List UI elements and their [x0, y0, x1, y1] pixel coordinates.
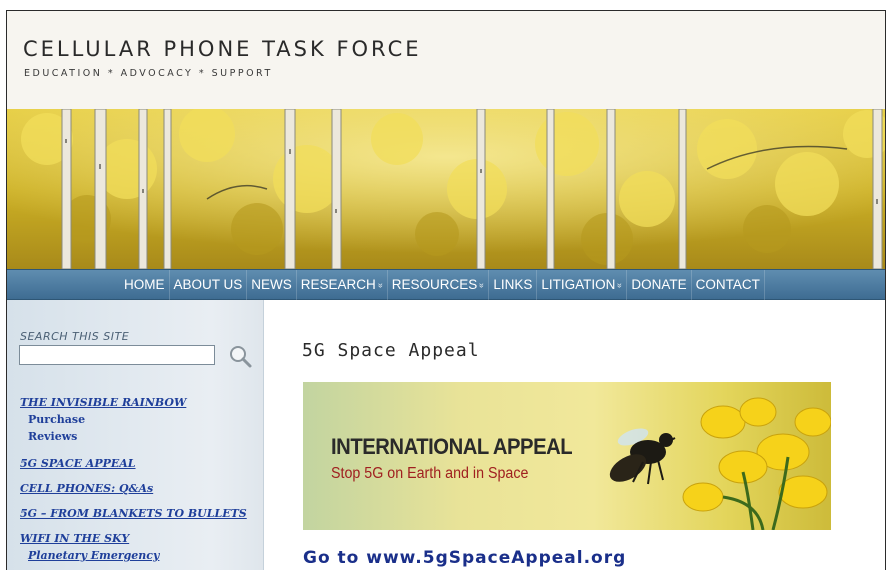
nav-item-label: NEWS	[251, 277, 292, 292]
nav-item-label: ABOUT US	[173, 277, 243, 292]
page-frame: CELLULAR PHONE TASK FORCE EDUCATION * AD…	[6, 10, 886, 570]
sidebar-link-reviews[interactable]: Reviews	[28, 428, 260, 445]
sidebar: SEARCH THIS SITE THE INVISIBLE RAINBOW P…	[7, 300, 264, 570]
nav-item-label: LINKS	[493, 277, 533, 292]
search-label: SEARCH THIS SITE	[20, 330, 130, 343]
nav-item-label: HOME	[124, 277, 165, 292]
goto-space-appeal-link[interactable]: Go to www.5gSpaceAppeal.org	[303, 548, 626, 568]
sidebar-link-cell-phones[interactable]: CELL PHONES: Q&As	[20, 482, 260, 495]
aspen-forest-image	[7, 109, 885, 269]
nav-item-label: RESEARCH	[300, 277, 376, 292]
nav-item-resources[interactable]: RESOURCES»	[388, 270, 490, 301]
appeal-heading: INTERNATIONAL APPEAL	[331, 434, 573, 459]
nav-item-litigation[interactable]: LITIGATION»	[537, 270, 628, 301]
nav-item-donate[interactable]: DONATE	[627, 270, 692, 301]
search-input[interactable]	[19, 345, 215, 365]
header-banner-image	[7, 109, 885, 269]
appeal-banner[interactable]: INTERNATIONAL APPEAL Stop 5G on Earth an…	[303, 382, 831, 530]
site-title[interactable]: CELLULAR PHONE TASK FORCE	[23, 37, 422, 61]
sidebar-link-purchase[interactable]: Purchase	[28, 411, 260, 428]
sidebar-links: THE INVISIBLE RAINBOW Purchase Reviews 5…	[20, 396, 260, 570]
nav-item-label: DONATE	[631, 277, 687, 292]
nav-item-research[interactable]: RESEARCH»	[297, 270, 388, 301]
nav-item-contact[interactable]: CONTACT	[692, 270, 765, 301]
chevron-down-icon: »	[477, 282, 488, 289]
sidebar-link-5g-space-appeal[interactable]: 5G SPACE APPEAL	[20, 457, 260, 470]
sidebar-group-invisible-rainbow: THE INVISIBLE RAINBOW Purchase Reviews	[20, 396, 260, 445]
sidebar-link-wifi-sky[interactable]: WIFI IN THE SKY	[20, 532, 260, 545]
chevron-down-icon: »	[375, 282, 386, 289]
magnifier-icon[interactable]	[227, 343, 253, 369]
sidebar-link-invisible-rainbow[interactable]: THE INVISIBLE RAINBOW	[20, 396, 260, 409]
sidebar-group-wifi-sky: WIFI IN THE SKY Planetary Emergency	[20, 532, 260, 564]
appeal-subheading: Stop 5G on Earth and in Space	[331, 465, 529, 482]
main-content: 5G Space Appeal INTERNATIONAL APPEAL Sto…	[264, 300, 885, 570]
nav-item-home[interactable]: HOME	[120, 270, 170, 301]
sidebar-link-blankets-bullets[interactable]: 5G – FROM BLANKETS TO BULLETS	[20, 507, 260, 520]
chevron-down-icon: »	[615, 282, 626, 289]
site-header: CELLULAR PHONE TASK FORCE EDUCATION * AD…	[7, 11, 885, 109]
nav-item-label: RESOURCES	[391, 277, 478, 292]
sidebar-link-planetary-emergency[interactable]: Planetary Emergency	[28, 547, 260, 564]
nav-item-links[interactable]: LINKS	[489, 270, 538, 301]
main-navigation: HOME ABOUT US NEWS RESEARCH» RESOURCES» LINKS…	[7, 269, 885, 301]
page-title: 5G Space Appeal	[302, 340, 480, 361]
nav-item-label: CONTACT	[695, 277, 760, 292]
nav-item-news[interactable]: NEWS	[247, 270, 297, 301]
bee-icon	[609, 428, 676, 485]
nav-item-about-us[interactable]: ABOUT US	[170, 270, 248, 301]
nav-items: HOME ABOUT US NEWS RESEARCH» RESOURCES» LINKS…	[120, 270, 765, 301]
site-tagline: EDUCATION * ADVOCACY * SUPPORT	[24, 68, 273, 79]
